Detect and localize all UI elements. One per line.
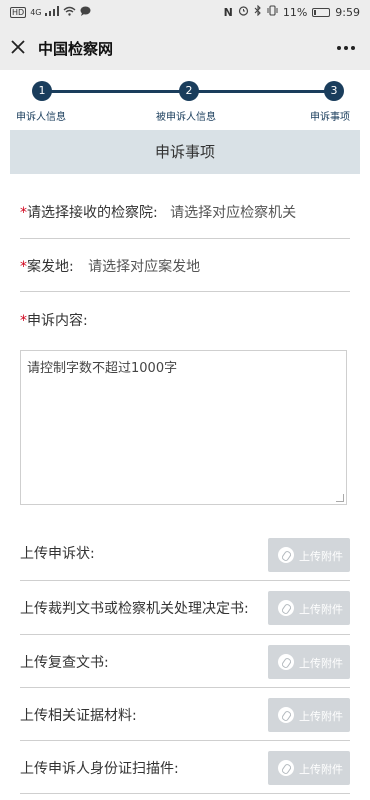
battery-icon xyxy=(312,7,331,17)
procuratorate-select[interactable]: *请选择接收的检察院: 请选择对应检察机关 xyxy=(20,202,350,222)
divider xyxy=(20,580,350,581)
procuratorate-label: 请选择接收的检察院: xyxy=(27,205,158,221)
nfc-icon: N xyxy=(223,5,233,19)
network-type: 4G xyxy=(30,8,42,17)
alarm-icon xyxy=(238,5,249,19)
battery-percent: 11% xyxy=(282,5,308,19)
content-label: 申诉内容: xyxy=(27,313,88,329)
status-bar-left: HD 4G xyxy=(10,6,91,19)
required-mark: * xyxy=(20,205,27,221)
vibrate-icon xyxy=(267,5,278,19)
divider xyxy=(20,793,350,794)
divider xyxy=(20,634,350,635)
upload-review-label: 上传复查文书: xyxy=(20,655,109,671)
upload-button-label: 上传附件 xyxy=(299,550,343,563)
upload-evidence-button[interactable]: 上传附件 xyxy=(268,698,350,732)
paperclip-icon xyxy=(278,760,294,776)
upload-button-label: 上传附件 xyxy=(299,657,343,670)
clock: 9:59 xyxy=(335,5,360,19)
divider xyxy=(20,740,350,741)
divider xyxy=(20,238,350,239)
page-title: 中国检察网 xyxy=(38,40,114,58)
step-3-label: 申诉事项 xyxy=(310,112,350,123)
step-1-label: 申诉人信息 xyxy=(16,112,66,123)
upload-judgment-label: 上传裁判文书或检察机关处理决定书: xyxy=(20,601,249,617)
upload-petition-label: 上传申诉状: xyxy=(20,546,95,562)
signal-icon xyxy=(45,6,60,19)
progress-steps: 1 2 3 申诉人信息 被申诉人信息 申诉事项 xyxy=(0,70,370,126)
content-label-row: *申诉内容: xyxy=(20,310,350,330)
upload-judgment-button[interactable]: 上传附件 xyxy=(268,591,350,625)
upload-button-label: 上传附件 xyxy=(299,763,343,776)
hd-badge: HD xyxy=(10,7,27,18)
location-value[interactable]: 请选择对应案发地 xyxy=(88,259,200,275)
step-1-dot: 1 xyxy=(32,81,52,101)
required-mark: * xyxy=(20,259,27,275)
resize-handle[interactable] xyxy=(336,494,344,502)
divider xyxy=(20,687,350,688)
location-select[interactable]: *案发地: 请选择对应案发地 xyxy=(20,256,350,276)
paperclip-icon xyxy=(278,654,294,670)
upload-button-label: 上传附件 xyxy=(299,710,343,723)
upload-petition-button[interactable]: 上传附件 xyxy=(268,538,350,572)
paperclip-icon xyxy=(278,707,294,723)
upload-id-scan-button[interactable]: 上传附件 xyxy=(268,751,350,785)
close-icon[interactable] xyxy=(10,36,30,58)
section-title: 申诉事项 xyxy=(10,130,360,174)
more-icon[interactable] xyxy=(336,35,356,56)
paperclip-icon xyxy=(278,600,294,616)
content-placeholder: 请控制字数不超过1000字 xyxy=(27,361,178,376)
required-mark: * xyxy=(20,313,27,329)
paperclip-icon xyxy=(278,547,294,563)
upload-id-scan-label: 上传申诉人身份证扫描件: xyxy=(20,761,179,777)
step-3-dot: 3 xyxy=(324,81,344,101)
status-bar: HD 4G N 11% 9:59 xyxy=(0,0,370,26)
upload-review-button[interactable]: 上传附件 xyxy=(268,645,350,679)
upload-button-label: 上传附件 xyxy=(299,603,343,616)
divider xyxy=(20,291,350,292)
chat-bubble-icon xyxy=(80,6,91,19)
location-label: 案发地: xyxy=(27,259,74,275)
step-2-dot: 2 xyxy=(179,81,199,101)
bluetooth-icon xyxy=(254,4,262,19)
wifi-icon xyxy=(63,6,76,19)
app-navbar: 中国检察网 xyxy=(0,26,370,70)
procuratorate-value[interactable]: 请选择对应检察机关 xyxy=(170,205,296,221)
battery-level xyxy=(314,9,317,15)
status-bar-right: N 11% 9:59 xyxy=(223,4,360,19)
upload-evidence-label: 上传相关证据材料: xyxy=(20,708,137,724)
content-textarea[interactable]: 请控制字数不超过1000字 xyxy=(20,350,347,505)
step-2-label: 被申诉人信息 xyxy=(156,112,216,123)
